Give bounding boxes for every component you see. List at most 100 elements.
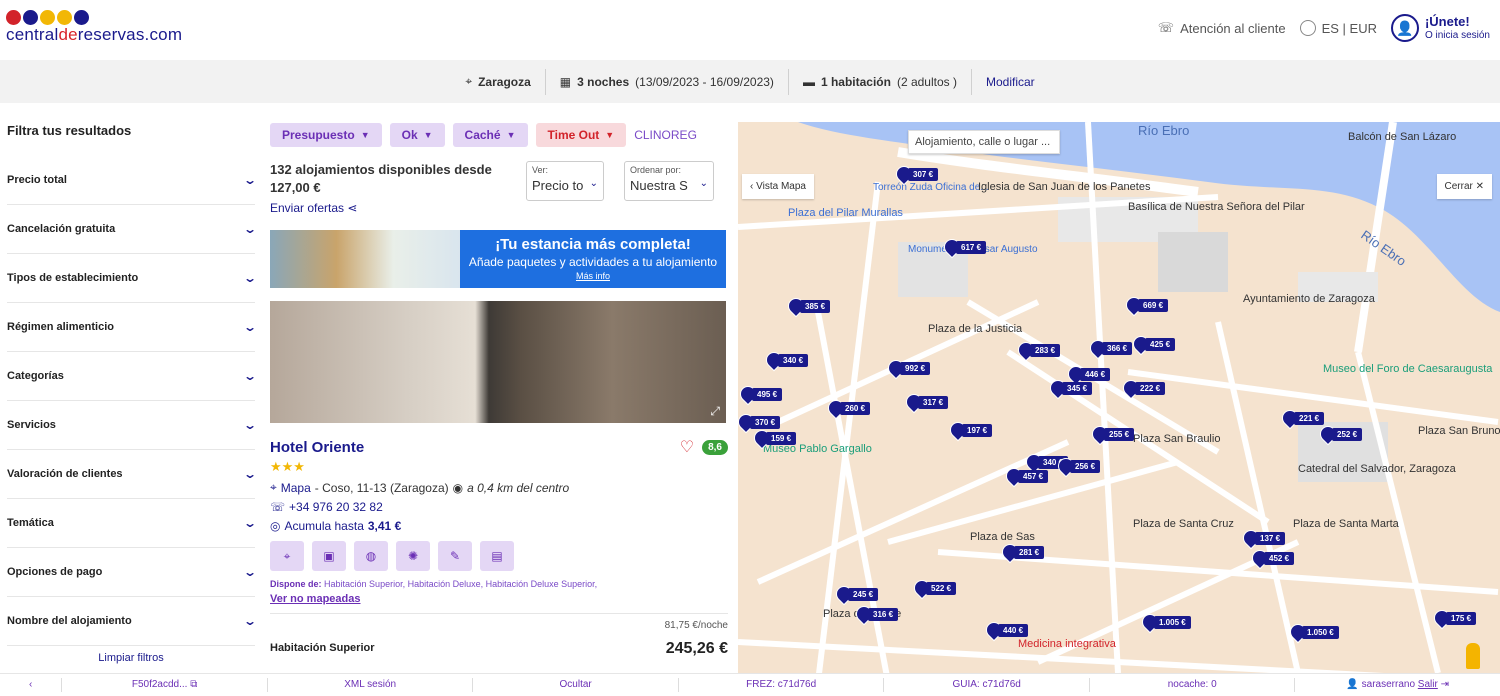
chevron-down-icon: ⌄ (242, 516, 258, 530)
phone-icon: ☏ (270, 500, 286, 514)
hotel-name[interactable]: Hotel Oriente (270, 439, 364, 456)
location-feature-icon[interactable]: ⌖ (270, 541, 304, 571)
chevron-down-icon: ▼ (360, 130, 370, 140)
logo[interactable]: centraldereservas.com (6, 10, 182, 45)
edit-feature-icon[interactable]: ✎ (438, 541, 472, 571)
map-label-plaza-pilar: Plaza del Pilar Murallas (788, 207, 903, 219)
chevron-down-icon: ▼ (605, 130, 615, 140)
map-view-button[interactable]: ‹ Vista Mapa (742, 174, 814, 199)
modify-search-link[interactable]: Modificar (972, 69, 1049, 95)
search-summary-bar: ⌖ Zaragoza ▦ 3 noches (13/09/2023 - 16/0… (0, 60, 1500, 103)
chevron-down-icon: ⌄ (242, 614, 258, 628)
filter-free-cancellation[interactable]: Cancelación gratuita ⌄ (7, 205, 258, 254)
chip-cache[interactable]: Caché ▼ (452, 123, 528, 147)
walking-icon: ◉ (452, 480, 464, 495)
search-dates[interactable]: ▦ 3 noches (13/09/2023 - 16/09/2023) (546, 68, 789, 95)
login-button[interactable]: 👤 ¡Únete! O inicia sesión (1390, 14, 1490, 42)
expand-icon[interactable]: ⤢ (710, 404, 720, 419)
filter-accommodation-name[interactable]: Nombre del alojamiento ⌄ (7, 597, 258, 646)
chip-timeout[interactable]: Time Out ▼ (535, 123, 627, 147)
session-id[interactable]: F50f2acdd... ⧉ (62, 678, 268, 692)
street-view-icon[interactable] (1466, 643, 1480, 669)
calendar-icon: ▦ (559, 74, 572, 89)
banner-more-info-link[interactable]: Más info (460, 271, 726, 281)
send-offers-link[interactable]: Enviar ofertas ⋖ (270, 201, 728, 215)
map-label-basilica: Basílica de Nuestra Señora del Pilar (1128, 201, 1305, 213)
filter-services[interactable]: Servicios ⌄ (7, 401, 258, 450)
chip-presupuesto[interactable]: Presupuesto ▼ (270, 123, 382, 147)
map-label-plaza-marta: Plaza de Santa Marta (1293, 518, 1400, 530)
not-mapped-link[interactable]: Ver no mapeadas (270, 593, 728, 605)
hotel-accumulate: ◎ Acumula hasta 3,41 € (270, 519, 402, 533)
filter-theme[interactable]: Temática ⌄ (7, 499, 258, 548)
hotel-phone[interactable]: ☏ +34 976 20 32 82 (270, 500, 728, 514)
order-select[interactable]: Ordenar por: Nuestra S ⌄ (624, 161, 714, 201)
chevron-down-icon: ⌄ (242, 369, 258, 383)
heart-icon[interactable]: ♡ (680, 437, 694, 457)
filter-payment-options[interactable]: Opciones de pago ⌄ (7, 548, 258, 597)
phone-icon: ☏ (1157, 20, 1175, 35)
filter-total-price[interactable]: Precio total ⌄ (7, 156, 257, 205)
hotel-address: ⌖ Mapa - Coso, 11-13 (Zaragoza) ◉ a 0,4 … (270, 480, 570, 495)
customer-service-link[interactable]: ☏ Atención al cliente (1158, 20, 1286, 36)
search-city[interactable]: ⌖ Zaragoza (451, 68, 546, 95)
user-session: 👤 saraserrano Salir ⇥ (1346, 679, 1449, 690)
top-bar: centraldereservas.com ☏ Atención al clie… (0, 0, 1500, 60)
filter-board[interactable]: Régimen alimenticio ⌄ (7, 303, 258, 352)
filter-categories[interactable]: Categorías ⌄ (7, 352, 258, 401)
map-label-plaza-cruz: Plaza de Santa Cruz (1133, 518, 1234, 530)
hotel-features: ⌖ ▣ ◍ ✺ ✎ ▤ (270, 541, 728, 571)
banner-image (270, 230, 460, 288)
clinoreg-link[interactable]: CLINOREG (634, 128, 697, 142)
map-label-iglesia: Iglesia de San Juan de los Panetes (978, 181, 1151, 193)
xml-session-link[interactable]: XML sesión (268, 678, 474, 692)
share-icon: ⋖ (347, 201, 358, 215)
results-summary: 132 alojamientos disponibles desde 127,00… (270, 161, 728, 223)
map-label-plaza-justicia: Plaza de la Justicia (928, 323, 1023, 335)
filters-sidebar: Filtra tus resultados Precio total ⌄ Canc… (0, 103, 262, 673)
clear-filters-link[interactable]: Limpiar filtros (7, 652, 255, 664)
settings-feature-icon[interactable]: ✺ (396, 541, 430, 571)
map-label-balcon: Balcón de San Lázaro (1348, 131, 1456, 143)
map-close-button[interactable]: Cerrar ✕ (1436, 174, 1492, 199)
logout-link[interactable]: Salir (1418, 679, 1438, 690)
chevron-down-icon: ▼ (423, 130, 433, 140)
hide-link[interactable]: Ocultar (473, 678, 679, 692)
chevron-down-icon: ⌄ (699, 178, 708, 189)
chevron-down-icon: ⌄ (242, 418, 258, 432)
bed-icon: ▬ (802, 74, 815, 89)
guia-id: GUIA: c71d76d (884, 678, 1090, 692)
map-label-torreon: Torreón Zuda Oficina de... (873, 182, 989, 193)
map-label-museo-foro: Museo del Foro de Caesaraugusta (1323, 363, 1493, 375)
logo-text: centraldereservas.com (6, 25, 183, 44)
map-panel[interactable]: Río Ebro Río Ebro Balcón de San Lázaro B… (738, 122, 1500, 673)
chip-ok[interactable]: Ok ▼ (389, 123, 445, 147)
map-search-input[interactable]: Alojamiento, calle o lugar ... (908, 130, 1060, 154)
collapse-icon[interactable]: ‹ (0, 678, 63, 692)
filter-establishment-type[interactable]: Tipos de establecimiento ⌄ (7, 254, 257, 303)
chevron-down-icon: ⌄ (242, 565, 258, 579)
chevron-down-icon: ⌄ (242, 222, 258, 236)
nocache-value: nocache: 0 (1090, 678, 1296, 692)
user-icon: 👤 (1390, 14, 1419, 42)
rating-badge: 8,6 (702, 439, 728, 455)
chevron-down-icon: ⌄ (242, 320, 258, 334)
filter-customer-rating[interactable]: Valoración de clientes ⌄ (7, 450, 257, 499)
room-row[interactable]: 81,75 €/noche Habitación Superior 245,26… (270, 614, 728, 660)
map-label-plaza-bruno: Plaza San Bruno (1418, 425, 1500, 437)
logo-dots (6, 10, 182, 25)
debug-bottom-bar: ‹ F50f2acdd... ⧉ XML sesión Ocultar FREZ… (0, 673, 1500, 696)
search-rooms[interactable]: ▬ 1 habitación (2 adultos ) (789, 68, 972, 95)
document-feature-icon[interactable]: ▤ (480, 541, 514, 571)
parking-feature-icon[interactable]: ▣ (312, 541, 346, 571)
hotel-map-link[interactable]: Mapa (281, 481, 311, 495)
language-currency-selector[interactable]: ES | EUR (1299, 20, 1377, 36)
globe-icon (1299, 20, 1316, 36)
hotel-photo[interactable]: ⤢ (270, 301, 726, 423)
logout-icon[interactable]: ⇥ (1441, 679, 1449, 690)
copy-icon[interactable]: ⧉ (190, 679, 197, 690)
chevron-down-icon: ⌄ (589, 178, 598, 189)
promo-banner[interactable]: ¡Tu estancia más completa! Añade paquete… (270, 230, 726, 288)
globe-feature-icon[interactable]: ◍ (354, 541, 388, 571)
view-select[interactable]: Ver: Precio to ⌄ (526, 161, 604, 201)
